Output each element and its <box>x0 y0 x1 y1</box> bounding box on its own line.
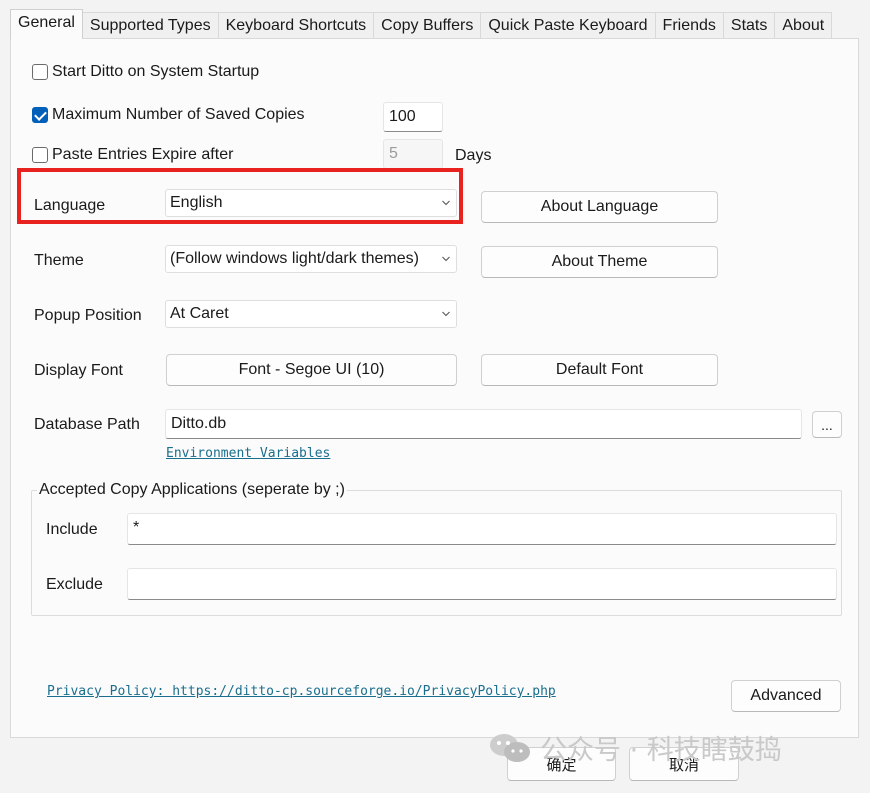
options-dialog: General Supported Types Keyboard Shortcu… <box>0 0 870 793</box>
database-path-label: Database Path <box>34 416 140 433</box>
expire-label: Paste Entries Expire after <box>52 146 234 163</box>
tab-quick-paste-keyboard[interactable]: Quick Paste Keyboard <box>480 12 656 39</box>
privacy-policy-link[interactable]: Privacy Policy: https://ditto-cp.sourcef… <box>47 684 556 700</box>
about-theme-button[interactable]: About Theme <box>481 246 718 278</box>
max-saved-copies-label: Maximum Number of Saved Copies <box>52 106 305 123</box>
display-font-label: Display Font <box>34 362 123 379</box>
popup-position-select-value: At Caret <box>170 305 229 322</box>
general-panel: Start Ditto on System Startup Maximum Nu… <box>10 38 859 738</box>
font-button[interactable]: Font - Segoe UI (10) <box>166 354 457 386</box>
language-select-value: English <box>170 194 223 211</box>
include-label: Include <box>46 521 98 538</box>
language-label: Language <box>34 197 106 214</box>
popup-position-label: Popup Position <box>34 307 142 324</box>
exclude-input[interactable] <box>127 568 837 600</box>
wechat-icon <box>490 733 530 762</box>
theme-select[interactable]: (Follow windows light/dark themes) <box>165 245 457 273</box>
expire-days-input[interactable]: 5 <box>383 139 443 169</box>
chevron-down-icon <box>442 200 450 206</box>
max-saved-copies-checkbox[interactable] <box>32 107 48 123</box>
max-saved-copies-input[interactable]: 100 <box>383 102 443 132</box>
tab-about[interactable]: About <box>774 12 833 39</box>
exclude-label: Exclude <box>46 576 103 593</box>
language-select[interactable]: English <box>165 189 457 217</box>
expire-checkbox[interactable] <box>32 147 48 163</box>
browse-database-button[interactable]: ... <box>812 411 842 438</box>
chevron-down-icon <box>442 311 450 317</box>
tab-general[interactable]: General <box>10 9 83 39</box>
tab-stats[interactable]: Stats <box>722 12 776 39</box>
start-on-startup-label: Start Ditto on System Startup <box>52 63 260 80</box>
include-input[interactable]: * <box>127 513 837 545</box>
theme-label: Theme <box>34 252 84 269</box>
database-path-input[interactable]: Ditto.db <box>165 409 802 439</box>
chevron-down-icon <box>442 256 450 262</box>
watermark: 公众号 · 科技瞎鼓捣 <box>488 728 782 767</box>
default-font-button[interactable]: Default Font <box>481 354 718 386</box>
tab-supported-types[interactable]: Supported Types <box>81 12 219 39</box>
about-language-button[interactable]: About Language <box>481 191 718 223</box>
tab-strip: General Supported Types Keyboard Shortcu… <box>10 9 833 39</box>
tab-keyboard-shortcuts[interactable]: Keyboard Shortcuts <box>217 12 375 39</box>
theme-select-value: (Follow windows light/dark themes) <box>170 250 419 267</box>
expire-days-unit: Days <box>455 147 492 164</box>
popup-position-select[interactable]: At Caret <box>165 300 457 328</box>
accepted-apps-title: Accepted Copy Applications (seperate by … <box>37 480 347 500</box>
advanced-button[interactable]: Advanced <box>731 680 841 712</box>
tab-copy-buffers[interactable]: Copy Buffers <box>373 12 482 39</box>
start-on-startup-checkbox[interactable] <box>32 64 48 80</box>
watermark-text: 公众号 · 科技瞎鼓捣 <box>540 735 782 766</box>
tab-friends[interactable]: Friends <box>654 12 724 39</box>
environment-variables-link[interactable]: Environment Variables <box>166 446 330 462</box>
